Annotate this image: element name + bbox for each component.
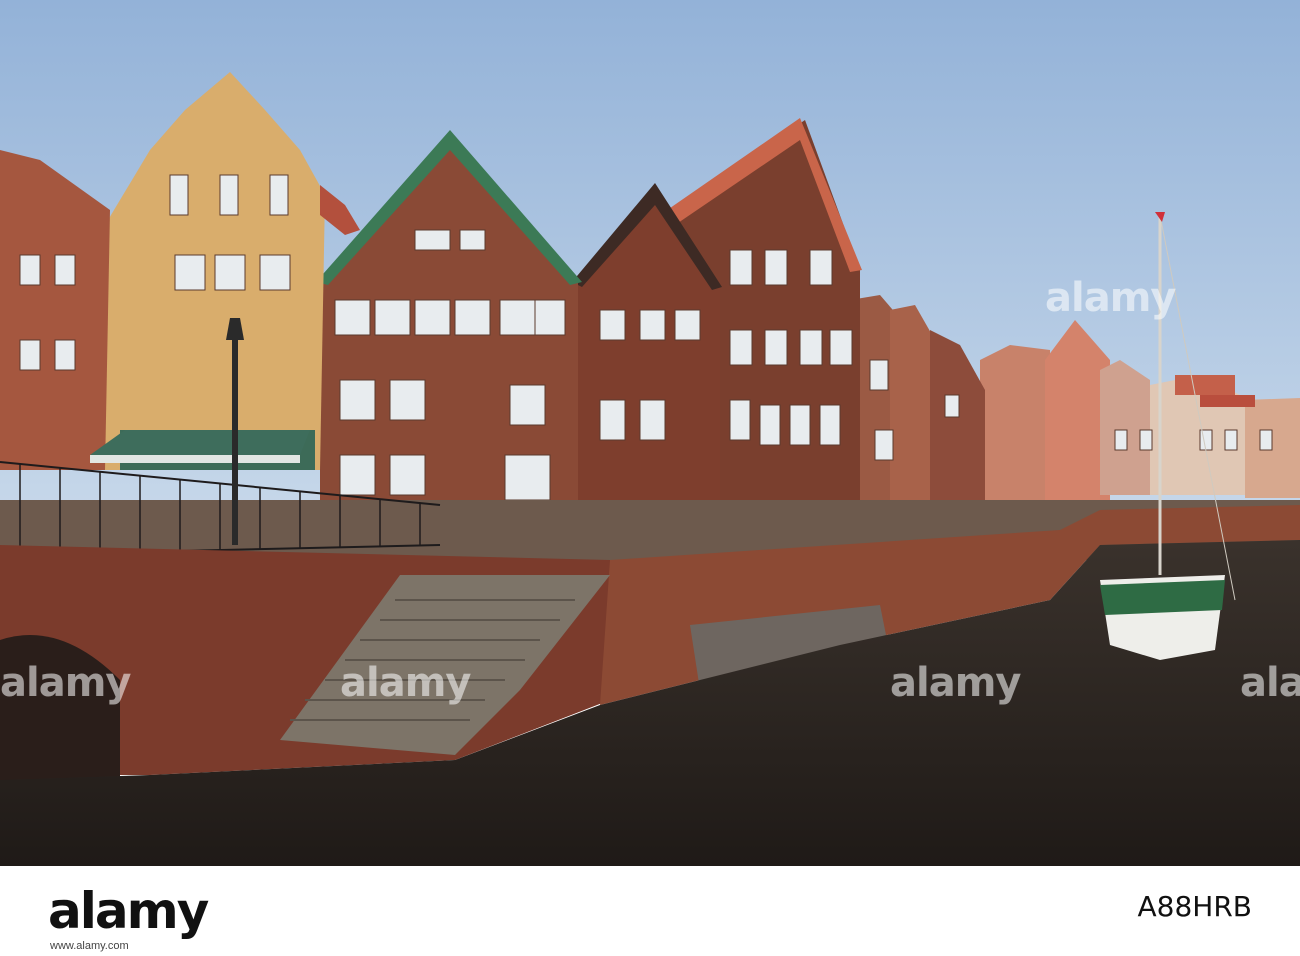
alamy-logo: alamy <box>48 882 209 940</box>
awning <box>90 430 310 455</box>
photo: alamy alamy alamy alamy alamy <box>0 0 1300 866</box>
footer-bar: alamy A88HRB www.alamy.com <box>0 866 1300 956</box>
image-id: A88HRB <box>1137 890 1252 923</box>
site-url: www.alamy.com <box>50 940 129 952</box>
